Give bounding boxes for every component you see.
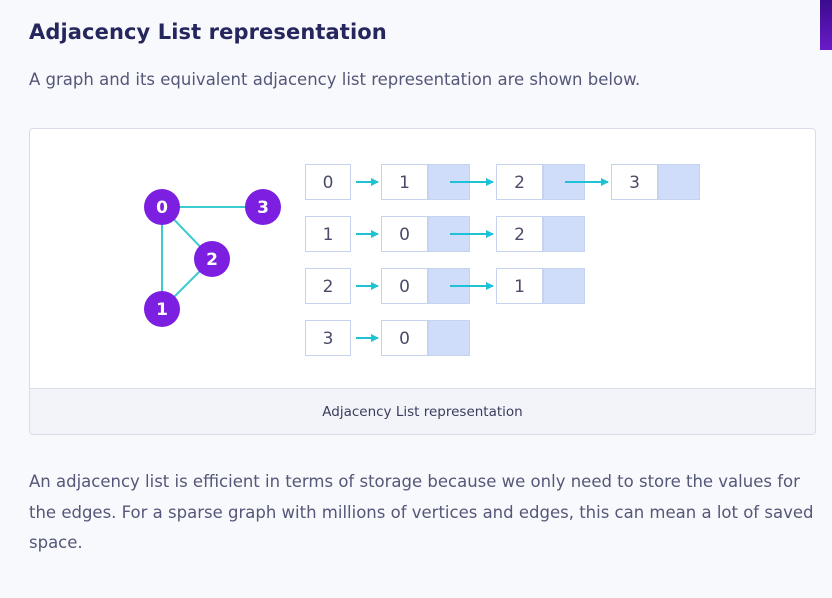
graph-vertex-label: 0 <box>156 198 168 218</box>
list-node-pointer <box>428 320 470 356</box>
list-node-label: 1 <box>514 277 525 297</box>
list-head-label: 3 <box>323 329 334 349</box>
intro-text: A graph and its equivalent adjacency lis… <box>29 70 641 89</box>
list-head-label: 2 <box>323 277 334 297</box>
list-node-label: 0 <box>399 329 410 349</box>
list-node-label: 0 <box>399 277 410 297</box>
graph-vertex-label: 3 <box>257 198 269 218</box>
figure-panel: 0 3 2 1 0 1 2 3 1 0 2 2 0 1 3 0 Adjacency List represen… <box>29 128 816 435</box>
section-heading: Adjacency List representation <box>29 20 387 44</box>
list-head-label: 0 <box>323 173 334 193</box>
corner-accent <box>820 0 832 50</box>
list-node-label: 3 <box>629 173 640 193</box>
list-node-label: 1 <box>399 173 410 193</box>
figure-caption: Adjacency List representation <box>30 388 815 434</box>
explanation-paragraph: An adjacency list is efficient in terms … <box>29 472 814 552</box>
list-node-label: 2 <box>514 173 525 193</box>
list-node-pointer <box>543 216 585 252</box>
adjacency-diagram: 0 3 2 1 0 1 2 3 1 0 2 2 0 1 3 0 <box>144 164 700 356</box>
list-head-label: 1 <box>323 225 334 245</box>
list-node-pointer <box>543 268 585 304</box>
graph-vertex-label: 1 <box>156 300 168 320</box>
list-node-label: 2 <box>514 225 525 245</box>
list-node-label: 0 <box>399 225 410 245</box>
graph-vertex-label: 2 <box>206 250 218 270</box>
list-node-pointer <box>658 164 700 200</box>
